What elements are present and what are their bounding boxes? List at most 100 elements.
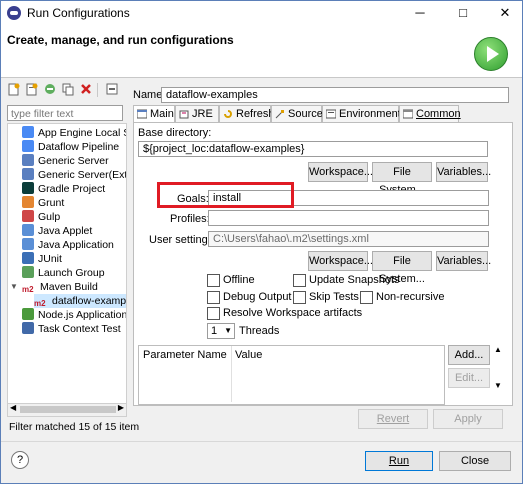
gulp-icon [22, 210, 34, 222]
run-button[interactable]: Run [365, 451, 433, 471]
config-tree[interactable]: App Engine Local Se Dataflow Pipeline Gene… [7, 123, 127, 405]
revert-button[interactable]: Revert [358, 409, 428, 429]
filter-input[interactable]: type filter text [7, 105, 123, 121]
tree-item-label: Java Applet [38, 225, 93, 237]
edit-parameter-button[interactable]: Edit... [448, 368, 490, 388]
scroll-right-icon[interactable]: ▶ [118, 403, 124, 412]
tree-item[interactable]: Java Application [22, 238, 114, 252]
new-config-icon[interactable] [7, 83, 21, 97]
tree-horizontal-scrollbar[interactable]: ◀ ▶ [7, 403, 127, 417]
skip-tests-checkbox[interactable]: Skip Tests [293, 290, 359, 304]
tree-item[interactable]: m2 dataflow-example [34, 294, 127, 308]
tree-item[interactable]: ▼ m2 Maven Build [10, 280, 98, 294]
tab-source[interactable]: Source [271, 105, 323, 122]
offline-checkbox[interactable]: Offline [207, 273, 255, 287]
launch-group-icon [22, 266, 34, 278]
expand-arrow-icon[interactable]: ▼ [10, 280, 18, 294]
close-window-button[interactable]: ✕ [490, 1, 520, 25]
collapse-all-icon[interactable] [105, 83, 119, 97]
threads-label: Threads [239, 325, 280, 337]
minimize-button[interactable]: ─ [405, 1, 435, 25]
param-value-header[interactable]: Value [235, 346, 435, 364]
debug-output-checkbox[interactable]: Debug Output [207, 290, 292, 304]
tree-item[interactable]: Dataflow Pipeline [22, 140, 119, 154]
apply-button[interactable]: Apply [433, 409, 503, 429]
basedir-variables-button[interactable]: Variables... [436, 162, 491, 182]
tree-item-label: Generic Server(Extern [38, 169, 127, 181]
tree-item-label: Gulp [38, 211, 61, 223]
tab-environment-label: Environment [339, 108, 401, 120]
task-icon [22, 322, 34, 334]
tree-item[interactable]: Generic Server(Extern [22, 168, 127, 182]
tree-item-label: Node.js Application [38, 309, 127, 321]
server-icon [22, 168, 34, 180]
user-settings-field[interactable]: C:\Users\fahao\.m2\settings.xml [208, 231, 489, 247]
tree-item-label: Grunt [38, 197, 65, 209]
nodejs-icon [22, 308, 34, 320]
run-banner-icon [474, 37, 508, 71]
basedir-field[interactable]: ${project_loc:dataflow-examples} [138, 141, 488, 157]
window-title: Run Configurations [27, 6, 130, 20]
tree-item-label: dataflow-example [52, 295, 127, 307]
config-tabs: Main JRE Refresh Source Environment Comm… [133, 105, 511, 124]
add-parameter-button[interactable]: Add... [448, 345, 490, 365]
close-button[interactable]: Close [439, 451, 511, 471]
tree-item-label: Dataflow Pipeline [38, 141, 120, 153]
title-bar: Run Configurations ─ □ ✕ [1, 1, 522, 25]
param-name-header[interactable]: Parameter Name [143, 346, 232, 364]
threads-select[interactable]: 1 ▼ [207, 323, 235, 339]
tab-source-label: Source [288, 108, 323, 120]
run-label: Run [388, 455, 410, 467]
tree-item[interactable]: Java Applet [22, 224, 92, 238]
export-icon[interactable] [43, 83, 57, 97]
delete-icon[interactable] [79, 83, 93, 97]
tab-common-label: Common [416, 108, 461, 120]
goals-highlight-box [157, 182, 294, 208]
user-settings-label: User settings: [149, 234, 217, 246]
settings-variables-button[interactable]: Variables... [436, 251, 491, 271]
tab-common[interactable]: Common [399, 105, 461, 122]
resolve-workspace-checkbox[interactable]: Resolve Workspace artifacts [207, 306, 362, 320]
scrollbar-thumb[interactable] [20, 406, 116, 413]
tab-refresh[interactable]: Refresh [219, 105, 275, 122]
tab-environment[interactable]: Environment [322, 105, 401, 122]
tree-item[interactable]: Node.js Application [22, 308, 127, 322]
parameters-table[interactable]: Parameter Name Value [138, 345, 445, 405]
tab-jre[interactable]: JRE [175, 105, 219, 122]
duplicate-icon[interactable] [61, 83, 75, 97]
tree-item[interactable]: Gradle Project [22, 182, 105, 196]
profiles-field[interactable] [208, 210, 489, 226]
scroll-left-icon[interactable]: ◀ [10, 403, 16, 412]
basedir-filesystem-button[interactable]: File System... [372, 162, 432, 196]
scroll-down-icon[interactable]: ▼ [494, 381, 502, 390]
tab-main-label: Main [150, 108, 174, 120]
tree-item[interactable]: App Engine Local Se [22, 126, 127, 140]
tree-item[interactable]: Generic Server [22, 154, 109, 168]
help-icon[interactable]: ? [11, 451, 29, 469]
tree-item-label: JUnit [38, 253, 62, 265]
update-snapshots-checkbox[interactable]: Update Snapshots [293, 273, 400, 287]
new-prototype-icon[interactable] [25, 83, 39, 97]
tree-item[interactable]: Gulp [22, 210, 60, 224]
footer-divider [1, 441, 522, 442]
tree-item[interactable]: Launch Group [22, 266, 105, 280]
app-engine-icon [22, 126, 34, 138]
scroll-up-icon[interactable]: ▲ [494, 345, 502, 354]
settings-filesystem-button[interactable]: File System... [372, 251, 432, 285]
gradle-icon [22, 182, 34, 194]
tree-item-label: App Engine Local Se [38, 127, 127, 139]
tree-item-label: Generic Server [38, 155, 109, 167]
basedir-workspace-button[interactable]: Workspace... [308, 162, 373, 182]
tree-item[interactable]: Task Context Test [22, 322, 121, 336]
maximize-button[interactable]: □ [448, 1, 478, 25]
tree-item[interactable]: JUnit [22, 252, 62, 266]
run-configurations-window: Run Configurations ─ □ ✕ Create, manage,… [0, 0, 523, 484]
non-recursive-checkbox[interactable]: Non-recursive [360, 290, 444, 304]
name-field[interactable]: dataflow-examples [161, 87, 509, 103]
toolbar-separator [97, 83, 98, 97]
tree-item-label: Launch Group [38, 267, 105, 279]
java-icon [22, 224, 34, 236]
tree-item[interactable]: Grunt [22, 196, 64, 210]
settings-workspace-button[interactable]: Workspace... [308, 251, 373, 271]
form-vertical-scrollbar[interactable]: ▲ ▼ [493, 345, 505, 395]
